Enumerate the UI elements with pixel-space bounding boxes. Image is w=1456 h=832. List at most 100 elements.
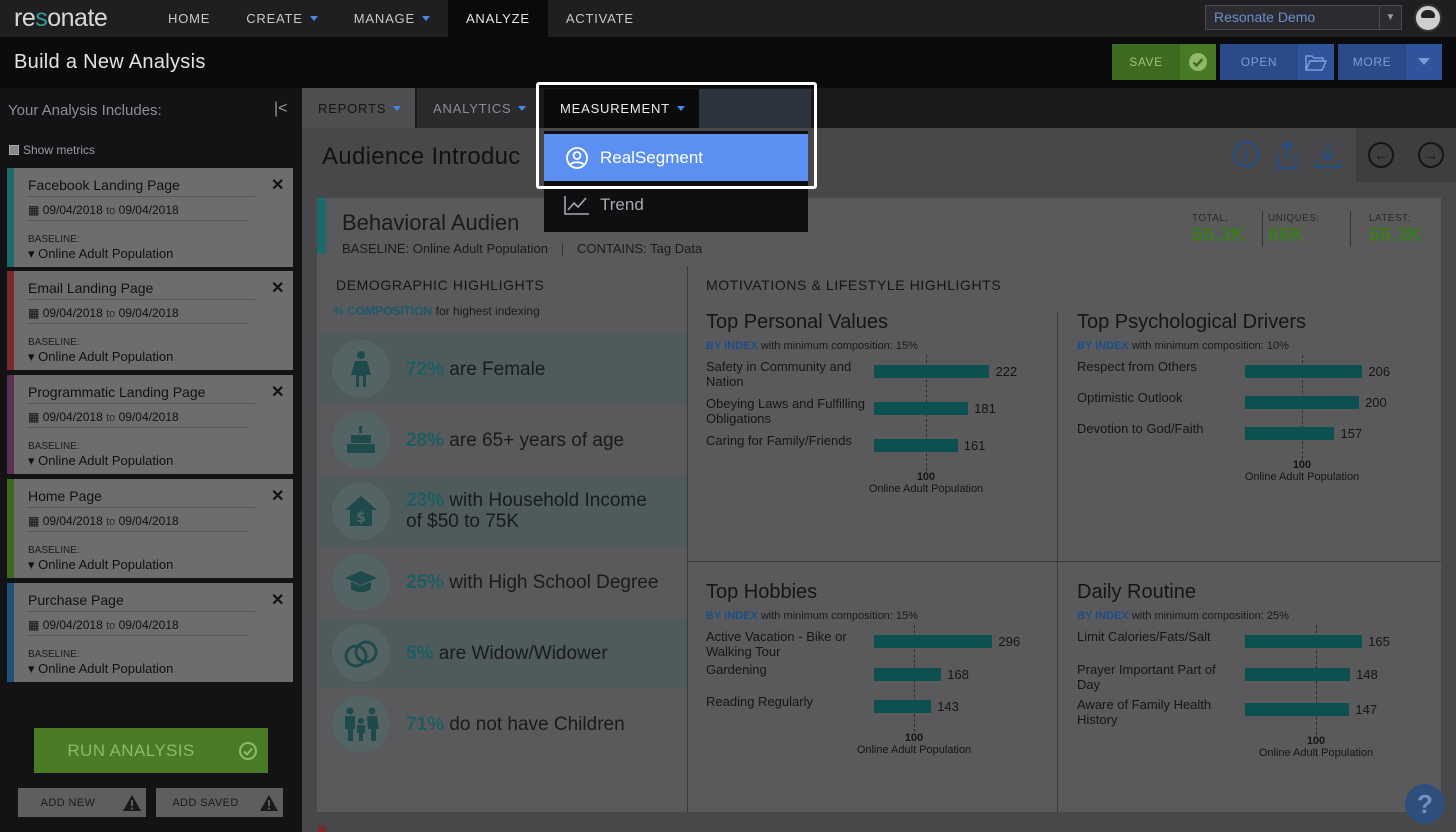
baseline-select[interactable]: ▾ Online Adult Population [28,246,173,262]
calendar-icon: ▦ [28,306,40,320]
segment-date-range[interactable]: ▦ 09/04/2018 to 09/04/2018 [28,618,248,636]
segment-card[interactable]: Facebook Landing Page ✕ ▦ 09/04/2018 to … [7,168,293,267]
demographic-row: 5% are Widow/Widower [318,618,687,688]
caret-down-icon: ▾ [28,661,35,676]
calendar-icon: ▦ [28,410,40,424]
bar-value: 147 [1355,702,1378,717]
bar-label: Obeying Laws and Fulfilling Obligations [706,396,865,426]
segment-date-range[interactable]: ▦ 09/04/2018 to 09/04/2018 [28,203,248,221]
run-analysis-button[interactable]: RUN ANALYSIS [34,728,268,773]
demographic-row: 72% are Female [318,334,687,404]
segment-date-range[interactable]: ▦ 09/04/2018 to 09/04/2018 [28,410,248,428]
remove-icon[interactable]: ✕ [271,278,284,298]
segment-name[interactable]: Facebook Landing Page [28,177,255,197]
caret-down-icon [421,16,430,21]
index-bar [874,668,942,681]
remove-icon[interactable]: ✕ [271,486,284,506]
resonate-logo[interactable]: resonate [0,4,150,33]
bar-label: Active Vacation - Bike or Walking Tour [706,629,847,659]
bar-value: 148 [1356,667,1378,682]
index-bar [1245,635,1363,648]
report-area: REPORTS ANALYTICS Audience Introduc ← → … [302,88,1456,832]
segment-color-stripe [7,168,14,267]
previous-arrow-icon[interactable]: ← [1368,142,1394,168]
add-saved-button[interactable]: ADD SAVED [156,788,283,817]
more-button[interactable]: MORE [1338,44,1442,80]
next-arrow-icon[interactable]: → [1418,142,1444,168]
nav-create[interactable]: CREATE [228,0,336,37]
index-bar [874,700,932,713]
segment-color-stripe [7,271,14,370]
segment-name[interactable]: Home Page [28,488,255,508]
segment-name[interactable]: Programmatic Landing Page [28,384,255,404]
help-button[interactable]: ? [1405,784,1445,824]
calendar-icon: ▦ [28,203,40,217]
bar-value: 143 [937,699,959,714]
segment-card[interactable]: Purchase Page ✕ ▦ 09/04/2018 to 09/04/20… [7,583,293,682]
info-icon[interactable] [1232,140,1260,175]
page-title: Build a New Analysis [14,51,206,73]
remove-icon[interactable]: ✕ [271,590,284,610]
demographic-row: 71% do not have Children [318,689,687,759]
top-hobbies: Top Hobbies BY INDEX with minimum composi… [706,581,1036,756]
sidebar-heading: Your Analysis Includes: [8,102,162,119]
quadrant-title: Daily Routine [1077,581,1196,603]
axis-baseline-label: 100 Online Adult Population [1244,459,1360,483]
bar-value: 222 [995,364,1018,379]
house-dollar-icon: $ [332,482,390,540]
segment-date-range[interactable]: ▦ 09/04/2018 to 09/04/2018 [28,306,248,324]
segment-card[interactable]: Programmatic Landing Page ✕ ▦ 09/04/2018… [7,375,293,474]
demographic-row: 28% are 65+ years of age [318,405,687,475]
remove-icon[interactable]: ✕ [271,382,284,402]
bar-value: 157 [1340,426,1363,441]
download-icon[interactable] [1314,140,1342,175]
baseline-select[interactable]: ▾ Online Adult Population [28,661,173,677]
baseline-select[interactable]: ▾ Online Adult Population [28,349,173,365]
family-icon [332,695,390,753]
checkbox[interactable] [9,145,19,155]
demographic-subheading: % COMPOSITION for highest indexing [333,304,540,318]
remove-icon[interactable]: ✕ [271,175,284,195]
top-personal-values: Top Personal Values BY INDEX with minimum… [706,311,1036,495]
index-bar [1245,427,1335,440]
nav-manage[interactable]: MANAGE [336,0,448,37]
bar-value: 181 [974,401,996,416]
nav-activate[interactable]: ACTIVATE [548,0,652,37]
caret-down-icon [393,105,402,111]
bar-label: Reading Regularly [706,694,813,709]
share-icon[interactable] [1274,140,1300,175]
stat-latest: LATEST: 66.3K [1369,213,1423,246]
nav-analyze[interactable]: ANALYZE [447,0,548,37]
quadrant-subtitle: BY INDEX with minimum composition: 10% [1077,340,1289,352]
panel-color-stripe [317,198,326,254]
bar-label: Gardening [706,662,767,677]
open-button[interactable]: OPEN [1220,44,1334,80]
index-bar [1245,396,1359,409]
add-new-button[interactable]: ADD NEW [18,788,146,817]
segment-card[interactable]: Home Page ✕ ▦ 09/04/2018 to 09/04/2018 B… [7,479,293,578]
segment-card[interactable]: Email Landing Page ✕ ▦ 09/04/2018 to 09/… [7,271,293,370]
segment-name[interactable]: Email Landing Page [28,280,255,300]
graduation-cap-icon [332,553,390,611]
calendar-icon: ▦ [28,514,40,528]
segment-name[interactable]: Purchase Page [28,592,255,612]
warning-icon [118,794,146,812]
tab-analytics[interactable]: ANALYTICS [417,88,537,128]
collapse-sidebar-icon[interactable]: |< [274,100,288,118]
panel-subtitle: BASELINE: Online Adult Population CONTAIN… [342,241,703,257]
analysis-sidebar: Your Analysis Includes: |< Show metrics … [0,88,302,832]
user-avatar[interactable] [1414,4,1442,32]
report-tabs: REPORTS ANALYTICS [302,88,1456,128]
bar-label: Respect from Others [1077,359,1197,374]
show-metrics-checkbox[interactable]: Show metrics [9,143,95,157]
caret-down-icon: ▾ [28,453,35,468]
save-button[interactable]: SAVE [1112,44,1216,80]
segment-date-range[interactable]: ▦ 09/04/2018 to 09/04/2018 [28,514,248,532]
daily-routine: Daily Routine BY INDEX with minimum compo… [1077,581,1407,759]
tab-reports[interactable]: REPORTS [302,88,415,128]
nav-home[interactable]: HOME [150,0,228,37]
baseline-select[interactable]: ▾ Online Adult Population [28,557,173,573]
caret-down-icon: ▾ [28,349,35,364]
baseline-select[interactable]: ▾ Online Adult Population [28,453,173,469]
account-select[interactable]: Resonate Demo ▼ [1205,5,1402,30]
